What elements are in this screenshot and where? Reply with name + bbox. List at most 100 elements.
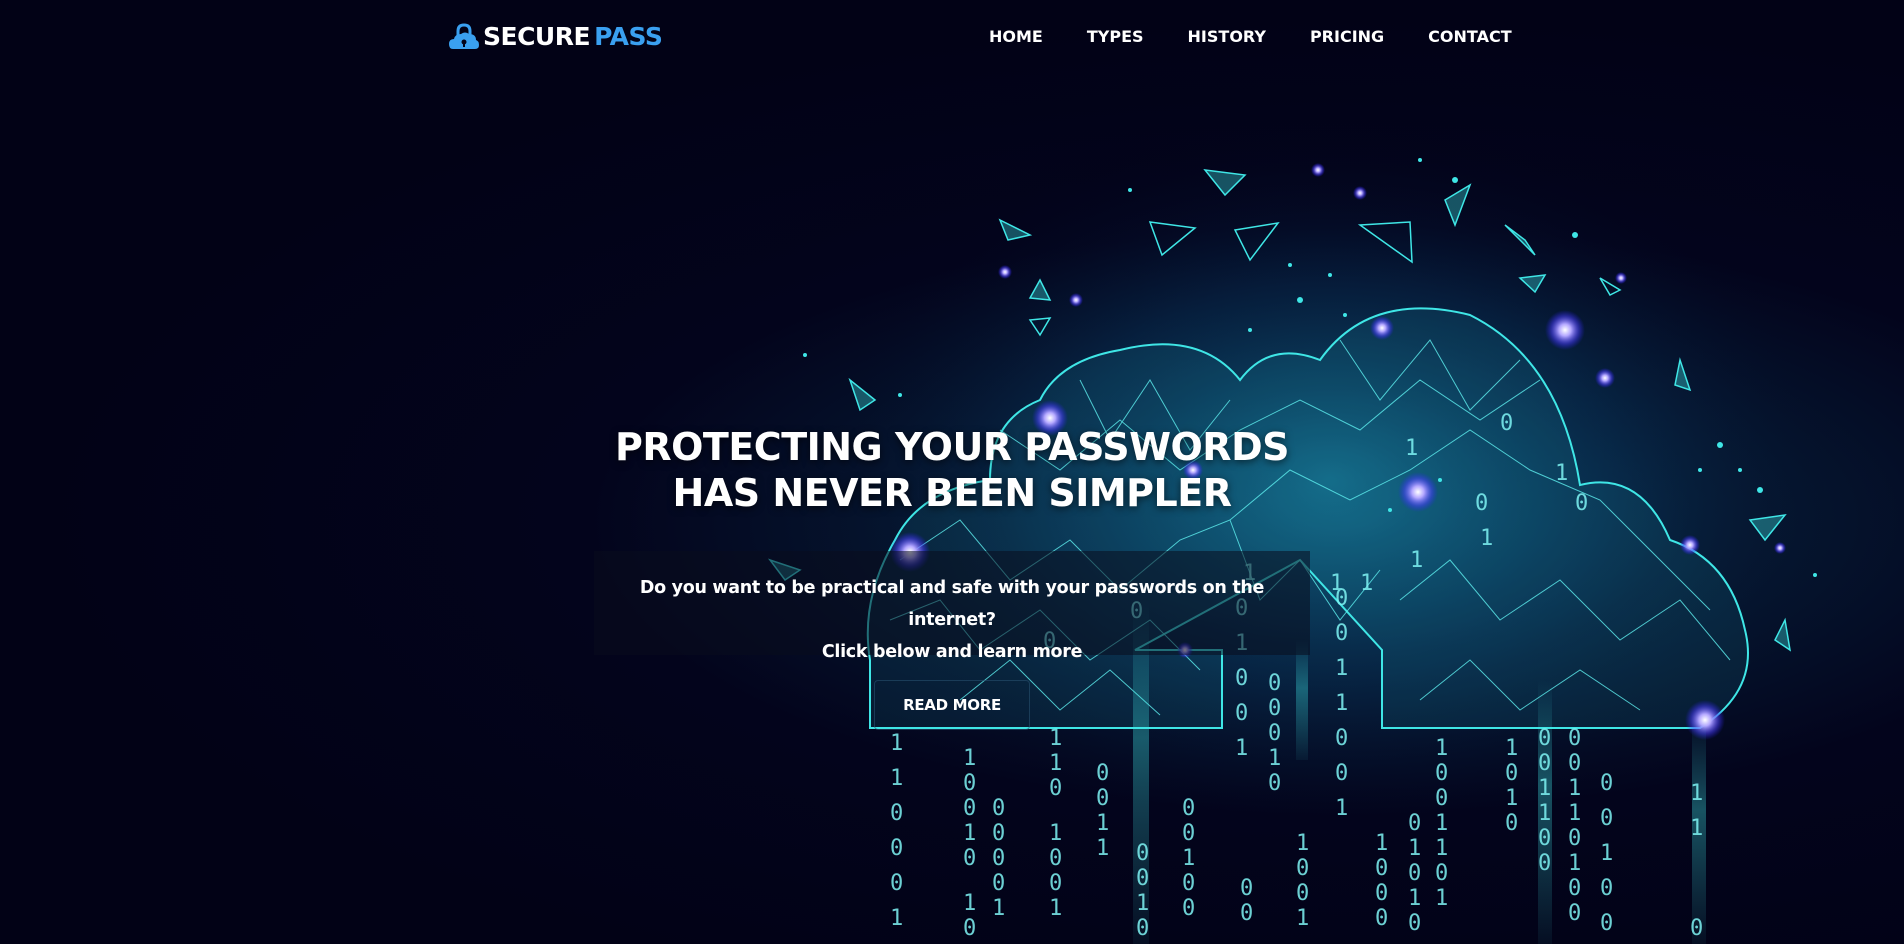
svg-text:1: 1 [963, 821, 976, 846]
svg-text:0: 0 [1335, 726, 1348, 751]
svg-text:1: 1 [1049, 726, 1062, 751]
svg-text:1: 1 [1568, 801, 1581, 826]
svg-text:1: 1 [1435, 736, 1448, 761]
svg-text:1: 1 [1335, 691, 1348, 716]
svg-text:0: 0 [1096, 786, 1109, 811]
svg-text:0: 0 [963, 771, 976, 796]
svg-text:1: 1 [890, 906, 903, 931]
svg-text:0: 0 [992, 796, 1005, 821]
svg-text:1: 1 [890, 766, 903, 791]
hero-title-line-2: HAS NEVER BEEN SIMPLER [672, 471, 1232, 515]
svg-text:0: 0 [1335, 621, 1348, 646]
svg-text:0: 0 [1049, 846, 1062, 871]
hero-subtitle: Do you want to be practical and safe wit… [594, 572, 1310, 668]
svg-text:1: 1 [1096, 811, 1109, 836]
svg-text:0: 0 [1182, 896, 1195, 921]
svg-text:1: 1 [992, 896, 1005, 921]
svg-text:0: 0 [890, 801, 903, 826]
nav-link-contact[interactable]: CONTACT [1428, 27, 1511, 46]
svg-text:0: 0 [1182, 821, 1195, 846]
svg-text:0: 0 [890, 836, 903, 861]
svg-text:0: 0 [1568, 876, 1581, 901]
svg-text:1: 1 [963, 746, 976, 771]
svg-text:1: 1 [1335, 796, 1348, 821]
svg-text:0: 0 [1538, 751, 1551, 776]
svg-text:0: 0 [1568, 726, 1581, 751]
svg-text:0: 0 [1296, 856, 1309, 881]
svg-text:0: 0 [1335, 761, 1348, 786]
svg-text:1: 1 [1375, 831, 1388, 856]
svg-text:0: 0 [1600, 876, 1613, 901]
nav-link-types[interactable]: TYPES [1087, 27, 1144, 46]
svg-text:1: 1 [1296, 831, 1309, 856]
hero-subtitle-line-1: Do you want to be practical and safe wit… [639, 578, 1265, 630]
svg-text:0: 0 [1408, 861, 1421, 886]
svg-text:0: 0 [1268, 771, 1281, 796]
svg-text:0: 0 [963, 846, 976, 871]
main-nav: HOME TYPES HISTORY PRICING CONTACT [989, 27, 1512, 46]
svg-text:0: 0 [1096, 761, 1109, 786]
logo-text-pass: PASS [594, 22, 663, 51]
svg-text:0: 0 [890, 871, 903, 896]
hero-title: PROTECTING YOUR PASSWORDS HAS NEVER BEEN… [0, 424, 1904, 516]
svg-text:0: 0 [1375, 856, 1388, 881]
svg-text:0: 0 [1538, 726, 1551, 751]
svg-text:0: 0 [1296, 881, 1309, 906]
nav-link-history[interactable]: HISTORY [1188, 27, 1266, 46]
svg-text:0: 0 [963, 916, 976, 941]
svg-text:0: 0 [1568, 901, 1581, 926]
svg-text:1: 1 [1049, 821, 1062, 846]
svg-text:1: 1 [1410, 548, 1423, 573]
svg-text:1: 1 [1296, 906, 1309, 931]
svg-text:1: 1 [1235, 736, 1248, 761]
svg-text:0: 0 [1408, 911, 1421, 936]
svg-text:1: 1 [1435, 886, 1448, 911]
svg-text:0: 0 [1049, 871, 1062, 896]
svg-text:1: 1 [1435, 811, 1448, 836]
svg-text:0: 0 [1240, 901, 1253, 926]
svg-text:1: 1 [1480, 526, 1493, 551]
svg-text:0: 0 [1375, 881, 1388, 906]
read-more-button[interactable]: READ MORE [874, 680, 1030, 730]
svg-text:0: 0 [1568, 751, 1581, 776]
svg-text:0: 0 [1600, 771, 1613, 796]
svg-text:1: 1 [1408, 886, 1421, 911]
cloud-lock-icon [449, 22, 479, 49]
svg-text:0: 0 [1240, 876, 1253, 901]
svg-text:0: 0 [1136, 916, 1149, 941]
svg-text:1: 1 [1096, 836, 1109, 861]
svg-text:0: 0 [1568, 826, 1581, 851]
hero-title-line-1: PROTECTING YOUR PASSWORDS [615, 425, 1289, 469]
svg-text:0: 0 [1268, 696, 1281, 721]
svg-text:0: 0 [1600, 806, 1613, 831]
brand-logo[interactable]: SECURE PASS [449, 22, 663, 51]
svg-text:0: 0 [1538, 851, 1551, 876]
svg-text:0: 0 [1435, 786, 1448, 811]
svg-text:1: 1 [1360, 571, 1373, 596]
svg-text:0: 0 [1182, 871, 1195, 896]
svg-text:0: 0 [1136, 866, 1149, 891]
svg-text:0: 0 [1375, 906, 1388, 931]
logo-text-secure: SECURE [483, 22, 591, 51]
svg-text:0: 0 [1136, 841, 1149, 866]
svg-text:1: 1 [1182, 846, 1195, 871]
svg-text:1: 1 [1435, 836, 1448, 861]
svg-text:1: 1 [1538, 801, 1551, 826]
svg-text:1: 1 [1330, 571, 1343, 596]
nav-link-home[interactable]: HOME [989, 27, 1043, 46]
svg-text:0: 0 [1505, 761, 1518, 786]
svg-text:1: 1 [1568, 776, 1581, 801]
svg-text:0: 0 [1268, 671, 1281, 696]
svg-text:0: 0 [992, 821, 1005, 846]
svg-text:1: 1 [1568, 851, 1581, 876]
svg-text:1: 1 [1049, 751, 1062, 776]
svg-text:0: 0 [1435, 861, 1448, 886]
svg-text:1: 1 [1505, 736, 1518, 761]
svg-text:1: 1 [1505, 786, 1518, 811]
nav-link-pricing[interactable]: PRICING [1310, 27, 1384, 46]
svg-text:1: 1 [1690, 816, 1703, 841]
svg-text:0: 0 [1268, 721, 1281, 746]
navbar: SECURE PASS HOME TYPES HISTORY PRICING CO… [0, 0, 1904, 78]
svg-text:1: 1 [963, 891, 976, 916]
svg-text:0: 0 [1408, 811, 1421, 836]
